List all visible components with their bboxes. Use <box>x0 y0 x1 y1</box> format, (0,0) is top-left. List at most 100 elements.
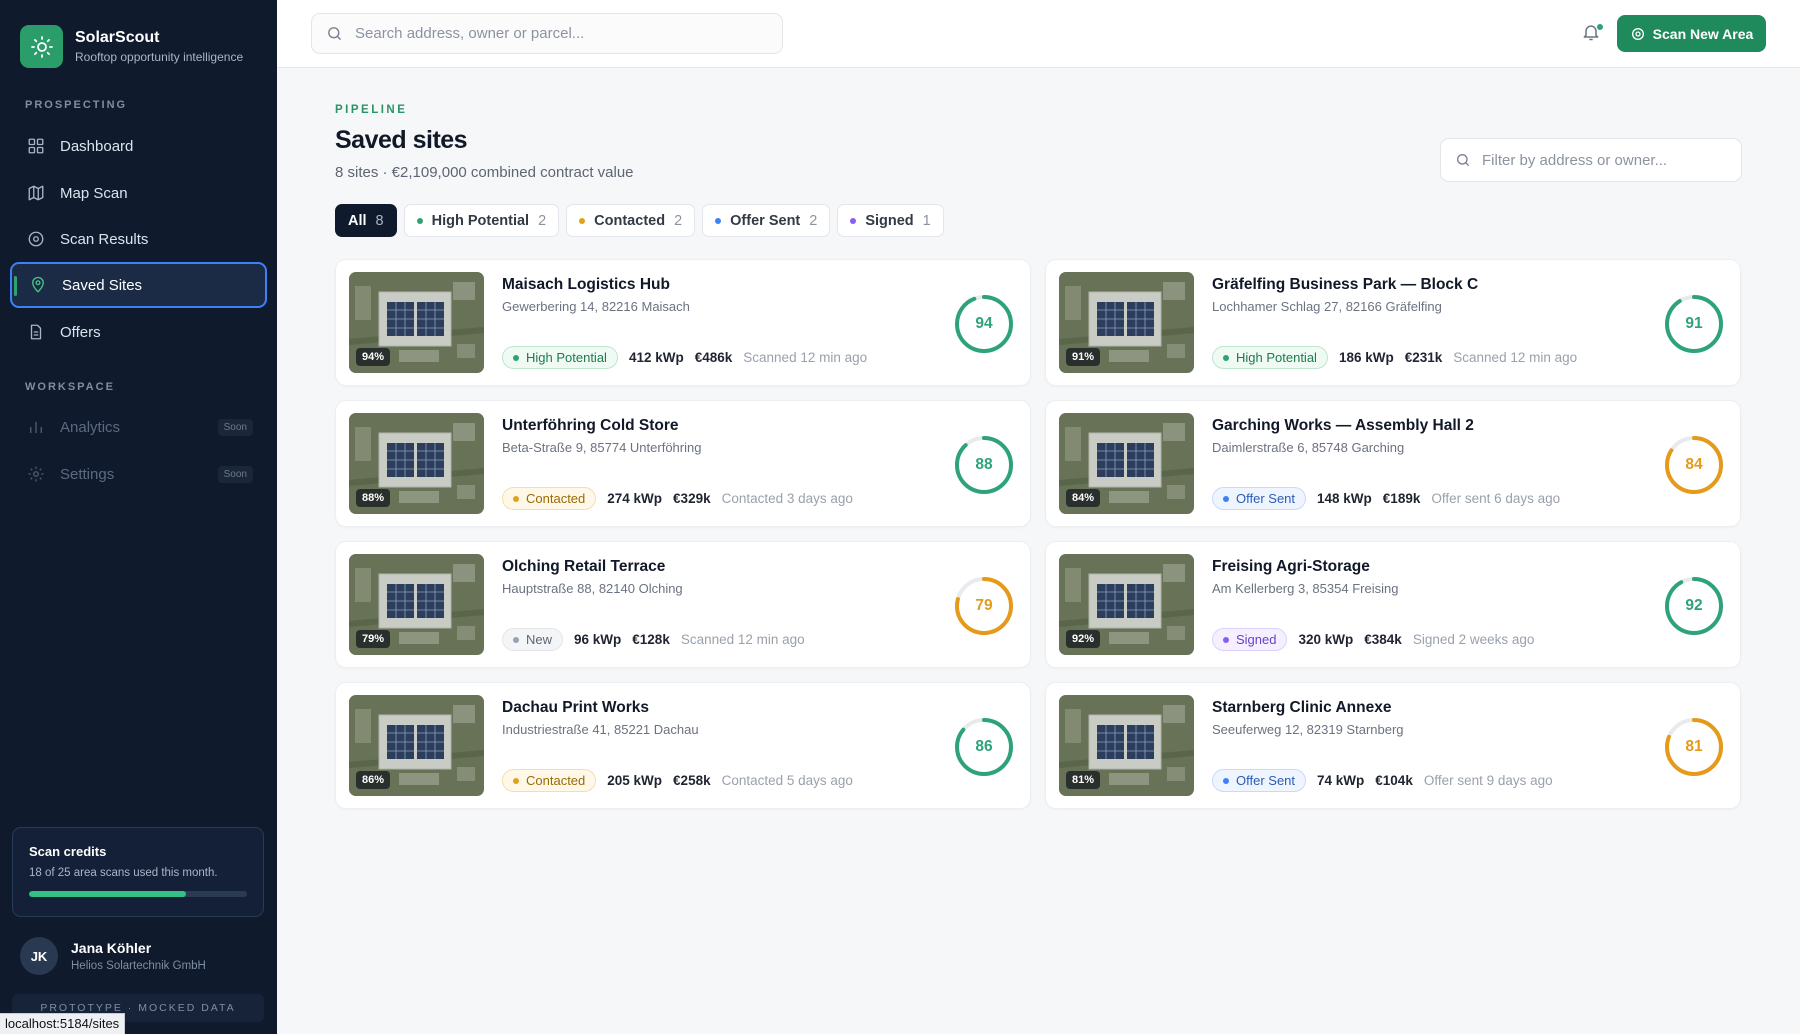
site-address: Seeuferweg 12, 82319 Starnberg <box>1212 722 1404 737</box>
page-title: Saved sites <box>335 126 468 154</box>
sidebar-item-label: Analytics <box>60 418 121 436</box>
site-card[interactable]: 94% Maisach Logistics Hub Gewerbering 14… <box>335 259 1031 386</box>
status-badge: Contacted <box>502 769 597 792</box>
site-value: €486k <box>694 350 733 365</box>
filter-input[interactable] <box>1482 151 1732 169</box>
site-name[interactable]: Gräfelfing Business Park — Block C <box>1212 276 1478 294</box>
brand[interactable]: SolarScout Rooftop opportunity intellige… <box>20 25 243 68</box>
sidebar-item-dashboard[interactable]: Dashboard <box>10 123 267 169</box>
chart-icon <box>26 417 46 437</box>
site-card[interactable]: 92% Freising Agri-Storage Am Kellerberg … <box>1045 541 1741 668</box>
sidebar-item-saved-sites[interactable]: Saved Sites <box>10 262 267 308</box>
score-value: 84 <box>1685 456 1703 473</box>
page-eyebrow: PIPELINE <box>335 104 408 116</box>
rooftop-thumbnail: 94% <box>349 272 484 373</box>
rooftop-thumbnail: 84% <box>1059 413 1194 514</box>
user-profile[interactable]: JK Jana Köhler Helios Solartechnik GmbH <box>20 937 206 975</box>
site-capacity: 274 kWp <box>607 491 663 506</box>
status-dot <box>1223 354 1229 361</box>
sidebar-item-scan-results[interactable]: Scan Results <box>10 216 267 262</box>
user-name: Jana Köhler <box>71 940 152 956</box>
status-dot <box>513 636 519 643</box>
site-capacity: 205 kWp <box>607 773 663 788</box>
status-bar-url: localhost:5184/sites <box>0 1013 126 1034</box>
status-dot <box>513 495 519 502</box>
site-card[interactable]: 84% Garching Works — Assembly Hall 2 Dai… <box>1045 400 1741 527</box>
site-capacity: 148 kWp <box>1317 491 1372 506</box>
status-label: New <box>526 632 553 647</box>
site-address: Am Kellerberg 3, 85354 Freising <box>1212 581 1399 596</box>
site-meta: New 96 kWp €128k Scanned 12 min ago <box>502 628 805 651</box>
sidebar-item-analytics: Analytics Soon <box>10 404 267 450</box>
scan-credits-panel: Scan credits 18 of 25 area scans used th… <box>12 827 264 917</box>
filter-chip-contacted[interactable]: Contacted 2 <box>566 204 696 237</box>
filter-chip-offer-sent[interactable]: Offer Sent 2 <box>702 204 831 237</box>
site-value: €128k <box>632 632 670 647</box>
global-search[interactable] <box>311 13 783 54</box>
status-dot <box>416 217 423 224</box>
filter-chip-all[interactable]: All 8 <box>335 204 397 237</box>
site-card[interactable]: 79% Olching Retail Terrace Hauptstraße 8… <box>335 541 1031 668</box>
site-name[interactable]: Garching Works — Assembly Hall 2 <box>1212 417 1474 435</box>
rooftop-thumbnail: 79% <box>349 554 484 655</box>
bell-icon[interactable] <box>1581 22 1605 46</box>
thumbnail-score-badge: 91% <box>1066 348 1101 366</box>
site-name[interactable]: Maisach Logistics Hub <box>502 276 670 294</box>
rooftop-thumbnail: 86% <box>349 695 484 796</box>
map-icon <box>26 183 46 203</box>
site-meta: High Potential 412 kWp €486k Scanned 12 … <box>502 346 867 369</box>
site-name[interactable]: Freising Agri-Storage <box>1212 558 1370 576</box>
filter-field[interactable] <box>1440 138 1742 182</box>
site-name[interactable]: Dachau Print Works <box>502 699 649 717</box>
site-activity-time: Scanned 12 min ago <box>680 632 805 647</box>
filter-chip-high-potential[interactable]: High Potential 2 <box>403 204 560 237</box>
site-card[interactable]: 88% Unterföhring Cold Store Beta-Straße … <box>335 400 1031 527</box>
site-activity-time: Contacted 3 days ago <box>721 491 853 506</box>
site-value: €384k <box>1364 632 1402 647</box>
sidebar-item-label: Saved Sites <box>62 276 143 294</box>
soon-badge: Soon <box>217 418 253 436</box>
chip-label: Offer Sent <box>730 212 801 229</box>
chip-count: 2 <box>538 212 547 229</box>
chip-count: 8 <box>375 212 384 229</box>
status-dot <box>850 217 857 224</box>
document-icon <box>26 322 46 342</box>
status-label: High Potential <box>526 350 607 365</box>
site-name[interactable]: Starnberg Clinic Annexe <box>1212 699 1391 717</box>
site-meta: Offer Sent 148 kWp €189k Offer sent 6 da… <box>1212 487 1560 510</box>
site-address: Gewerbering 14, 82216 Maisach <box>502 299 690 314</box>
thumbnail-score-badge: 92% <box>1066 630 1101 648</box>
search-input[interactable] <box>355 25 775 42</box>
site-address: Hauptstraße 88, 82140 Olching <box>502 581 683 596</box>
chip-label: High Potential <box>431 212 530 229</box>
site-address: Daimlerstraße 6, 85748 Garching <box>1212 440 1405 455</box>
score-value: 92 <box>1685 597 1703 614</box>
sidebar-item-offers[interactable]: Offers <box>10 309 267 355</box>
status-badge: New <box>502 628 564 651</box>
page-subtitle: 8 sites · €2,109,000 combined contract v… <box>335 164 634 181</box>
status-badge: Offer Sent <box>1212 769 1307 792</box>
score-value: 79 <box>975 597 993 614</box>
section-label-workspace: WORKSPACE <box>25 381 115 393</box>
sidebar-item-map-scan[interactable]: Map Scan <box>10 170 267 216</box>
site-card[interactable]: 81% Starnberg Clinic Annexe Seeuferweg 1… <box>1045 682 1741 809</box>
status-dot <box>579 217 586 224</box>
site-meta: High Potential 186 kWp €231k Scanned 12 … <box>1212 346 1577 369</box>
score-value: 91 <box>1685 315 1703 332</box>
status-dot <box>513 354 519 361</box>
scan-new-area-button[interactable]: Scan New Area <box>1617 15 1766 52</box>
site-capacity: 186 kWp <box>1338 350 1394 365</box>
site-card[interactable]: 91% Gräfelfing Business Park — Block C L… <box>1045 259 1741 386</box>
sidebar-item-label: Dashboard <box>60 137 134 155</box>
site-name[interactable]: Unterföhring Cold Store <box>502 417 679 435</box>
scan-button-label: Scan New Area <box>1652 25 1754 42</box>
site-card[interactable]: 86% Dachau Print Works Industriestraße 4… <box>335 682 1031 809</box>
grid-icon <box>26 136 46 156</box>
score-value: 86 <box>975 738 993 755</box>
filter-chip-signed[interactable]: Signed 1 <box>837 204 944 237</box>
thumbnail-score-badge: 94% <box>356 348 391 366</box>
search-icon <box>326 25 343 42</box>
status-dot <box>1223 777 1229 784</box>
site-capacity: 96 kWp <box>574 632 622 647</box>
site-name[interactable]: Olching Retail Terrace <box>502 558 665 576</box>
